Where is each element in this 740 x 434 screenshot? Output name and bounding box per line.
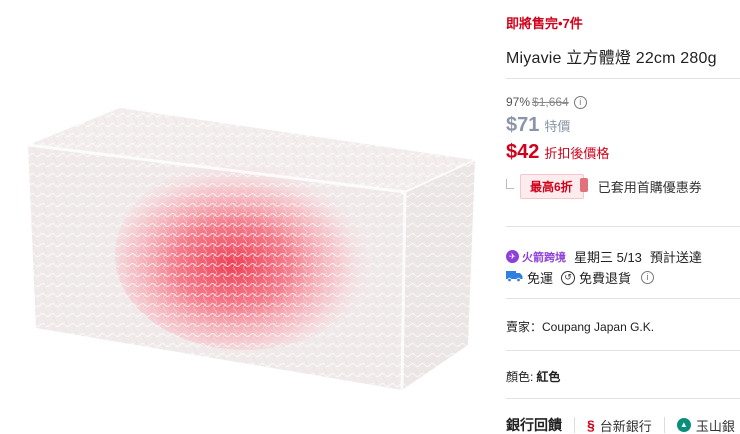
product-image[interactable]: [0, 0, 490, 434]
color-label: 顏色:: [506, 370, 534, 384]
bank-name: 玉山銀: [695, 418, 735, 434]
free-shipping-label: 免運: [527, 271, 554, 286]
taishin-logo-icon: §: [587, 417, 595, 433]
sale-price-row: $71 特價: [506, 114, 570, 137]
delivery-eta-label: 預計送達: [649, 250, 702, 265]
final-price-label: 折扣後價格: [544, 146, 610, 161]
divider: [506, 350, 740, 351]
free-return-label: 免費退貨: [579, 271, 632, 286]
info-icon[interactable]: i: [641, 271, 655, 284]
product-title: Miyavie 立方體燈 22cm 280g: [506, 50, 717, 67]
divider: [506, 226, 740, 227]
discount-row: 97% $1,664 i: [506, 95, 587, 109]
final-price: $42: [506, 141, 540, 163]
divider: [506, 398, 740, 399]
coupon-row: 最高6折 已套用首購優惠券: [506, 174, 702, 199]
rocket-crossborder-label: 火箭跨境: [522, 251, 566, 264]
return-icon: ↺: [561, 270, 576, 285]
branch-line-icon: [506, 178, 514, 189]
delivery-date: 星期三 5/13: [574, 250, 642, 265]
discount-percent: 97%: [506, 95, 531, 109]
info-icon[interactable]: i: [573, 95, 587, 109]
divider: [506, 298, 740, 299]
color-option: 顏色: 紅色: [506, 368, 560, 385]
bank-esun[interactable]: ▲ 玉山銀: [676, 416, 735, 434]
coupon-applied-text: 已套用首購優惠券: [597, 180, 702, 195]
rocket-icon: ✈: [506, 250, 519, 263]
delivery-row: ✈ 火箭跨境 星期三 5/13 預計送達: [506, 247, 702, 266]
coupon-badge[interactable]: 最高6折: [520, 174, 588, 199]
product-info-panel: 即將售完•7件 Miyavie 立方體燈 22cm 280g 97% $1,66…: [506, 0, 740, 434]
divider: [506, 78, 740, 79]
divider: [663, 417, 665, 433]
sale-price: $71: [506, 114, 540, 136]
bank-taishin[interactable]: § 台新銀行: [587, 416, 652, 434]
seller-info[interactable]: 賣家：Coupang Japan G.K.: [506, 318, 654, 335]
divider: [574, 417, 575, 433]
bank-rewards-title: 銀行回饋: [506, 417, 562, 433]
red-cube-lamp-image: [27, 108, 476, 391]
bank-rewards-row: 銀行回饋 § 台新銀行 ▲ 玉山銀: [506, 415, 735, 434]
bank-name: 台新銀行: [599, 418, 652, 434]
original-price: $1,664: [532, 95, 569, 109]
esun-logo-icon: ▲: [676, 418, 691, 432]
color-value: 紅色: [536, 370, 561, 384]
shipping-row: 免運 ↺ 免費退貨 i: [506, 268, 655, 287]
truck-icon: [506, 270, 523, 285]
stock-urgency-label: 即將售完•7件: [506, 16, 583, 31]
sale-price-label: 特價: [544, 119, 571, 134]
final-price-row: $42 折扣後價格: [506, 141, 609, 164]
